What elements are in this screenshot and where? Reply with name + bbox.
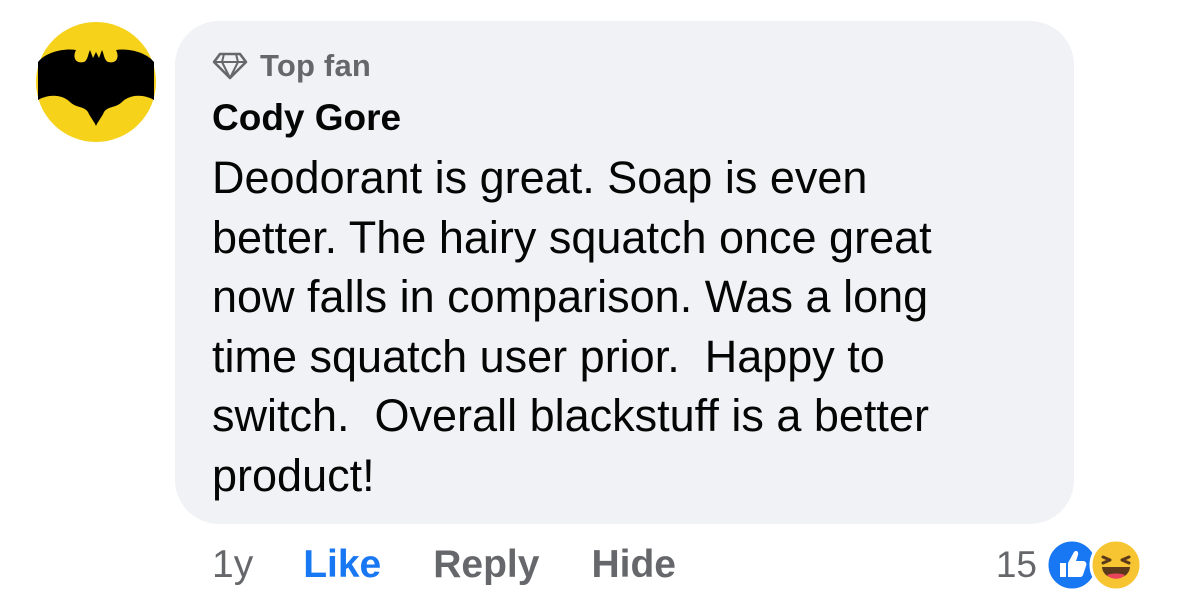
haha-icon <box>1089 538 1143 592</box>
top-fan-badge: Top fan <box>212 46 371 86</box>
badge-label: Top fan <box>260 48 372 83</box>
comment-line: Deodorant is great. Soap is even <box>212 152 868 203</box>
comment-actions: 1y Like Reply Hide <box>212 540 676 590</box>
comment-line: now falls in comparison. Was a long <box>212 271 929 322</box>
comment-age[interactable]: 1y <box>212 543 253 587</box>
reactions-summary[interactable]: 15 <box>996 538 1145 592</box>
reaction-count: 15 <box>995 544 1037 585</box>
diamond-icon <box>212 52 248 80</box>
comment-author[interactable]: Cody Gore <box>212 96 401 140</box>
comment-line: switch. Overall blackstuff is a better <box>212 390 929 441</box>
reply-button[interactable]: Reply <box>433 543 539 587</box>
comment-line: product! <box>212 449 375 501</box>
batman-logo-icon <box>36 22 156 142</box>
like-button[interactable]: Like <box>303 543 381 587</box>
comment-line: time squatch user prior. Happy to <box>212 330 885 382</box>
hide-button[interactable]: Hide <box>591 543 676 587</box>
comment-line: better. The hairy squatch once great <box>212 211 932 263</box>
comment-text: Deodorant is great. Soap is even better.… <box>212 148 1062 505</box>
avatar[interactable] <box>36 22 156 142</box>
